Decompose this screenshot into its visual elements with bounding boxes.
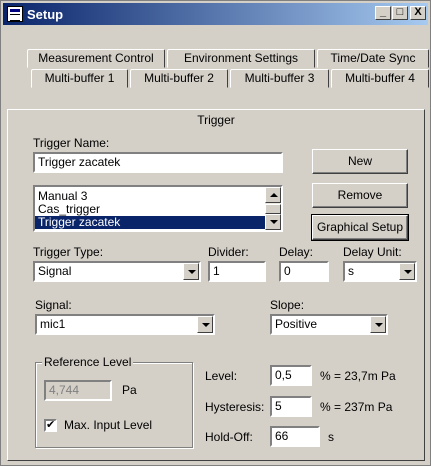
signal-label: Signal: xyxy=(35,298,72,312)
chevron-down-icon[interactable] xyxy=(399,263,415,280)
tab-environment-settings[interactable]: Environment Settings xyxy=(167,49,315,68)
close-button[interactable]: X xyxy=(410,6,426,20)
maximize-button[interactable]: □ xyxy=(392,6,408,20)
slope-label: Slope: xyxy=(270,298,305,312)
hysteresis-input[interactable]: 5 xyxy=(270,396,312,417)
delay-unit-select[interactable]: s xyxy=(343,261,417,282)
reference-level-unit: Pa xyxy=(122,383,137,397)
trigger-name-label: Trigger Name: xyxy=(33,136,110,150)
scroll-down-icon[interactable] xyxy=(265,214,281,230)
delay-input[interactable]: 0 xyxy=(279,261,329,282)
delay-label: Delay: xyxy=(279,245,314,259)
scroll-up-icon[interactable] xyxy=(265,187,281,203)
divider-input[interactable]: 1 xyxy=(208,261,266,282)
signal-select[interactable]: mic1 xyxy=(35,314,215,335)
trigger-type-select[interactable]: Signal xyxy=(33,261,201,282)
hysteresis-result: % = 237m Pa xyxy=(320,400,393,414)
level-label: Level: xyxy=(205,369,238,383)
delay-unit-value: s xyxy=(348,264,354,278)
max-input-level-checkbox[interactable]: ✔ xyxy=(44,419,57,432)
chevron-down-icon[interactable] xyxy=(370,316,386,333)
trigger-panel: Trigger Trigger Name: Trigger zacatek Ma… xyxy=(7,109,425,461)
hold-off-label: Hold-Off: xyxy=(205,430,253,444)
chevron-down-icon[interactable] xyxy=(197,316,213,333)
hold-off-unit: s xyxy=(328,430,334,444)
tab-measurement-control[interactable]: Measurement Control xyxy=(27,49,165,68)
delay-unit-label: Delay Unit: xyxy=(343,245,402,259)
window-title: Setup xyxy=(27,7,64,22)
minimize-button[interactable]: _ xyxy=(375,6,391,20)
hold-off-input[interactable]: 66 xyxy=(270,426,320,447)
tab-multi-buffer-4[interactable]: Multi-buffer 4 xyxy=(331,69,429,88)
trigger-name-input[interactable]: Trigger zacatek xyxy=(33,152,283,173)
tab-row-2: Multi-buffer 1 Multi-buffer 2 Multi-buff… xyxy=(7,69,430,88)
tab-row-1: Measurement Control Environment Settings… xyxy=(7,49,430,68)
slope-value: Positive xyxy=(275,317,318,331)
tab-multi-buffer-1[interactable]: Multi-buffer 1 xyxy=(31,69,128,88)
graphical-setup-button[interactable]: Graphical Setup xyxy=(311,214,409,241)
max-input-level-label[interactable]: Max. Input Level xyxy=(64,418,152,432)
tab-multi-buffer-2[interactable]: Multi-buffer 2 xyxy=(130,69,228,88)
chevron-down-icon[interactable] xyxy=(183,263,199,280)
tab-time-date-sync[interactable]: Time/Date Sync xyxy=(317,49,429,68)
trigger-list-item-selected[interactable]: Trigger zacatek xyxy=(35,216,265,229)
reference-level-group: Reference Level 4,744 Pa ✔ Max. Input Le… xyxy=(35,355,193,448)
hysteresis-label: Hysteresis: xyxy=(205,400,265,414)
app-icon xyxy=(7,6,23,22)
reference-level-input: 4,744 xyxy=(44,380,112,401)
slope-select[interactable]: Positive xyxy=(270,314,388,335)
tab-multi-buffer-3[interactable]: Multi-buffer 3 xyxy=(230,69,329,88)
remove-button[interactable]: Remove xyxy=(312,183,408,208)
setup-window: Setup _ □ X Measurement Control Environm… xyxy=(0,0,431,466)
title-bar[interactable]: Setup _ □ X xyxy=(3,3,428,25)
trigger-list[interactable]: Manual 3 Cas_trigger Trigger zacatek xyxy=(33,185,283,232)
trigger-type-label: Trigger Type: xyxy=(33,245,104,259)
reference-level-title: Reference Level xyxy=(42,355,134,369)
level-result: % = 23,7m Pa xyxy=(320,369,396,383)
tab-trigger[interactable]: Trigger xyxy=(8,113,424,127)
level-input[interactable]: 0,5 xyxy=(270,365,312,386)
new-button[interactable]: New xyxy=(312,149,408,174)
trigger-list-scrollbar[interactable] xyxy=(265,187,281,230)
scroll-thumb[interactable] xyxy=(265,204,281,214)
divider-label: Divider: xyxy=(208,245,249,259)
trigger-type-value: Signal xyxy=(38,264,72,278)
signal-value: mic1 xyxy=(40,317,66,331)
